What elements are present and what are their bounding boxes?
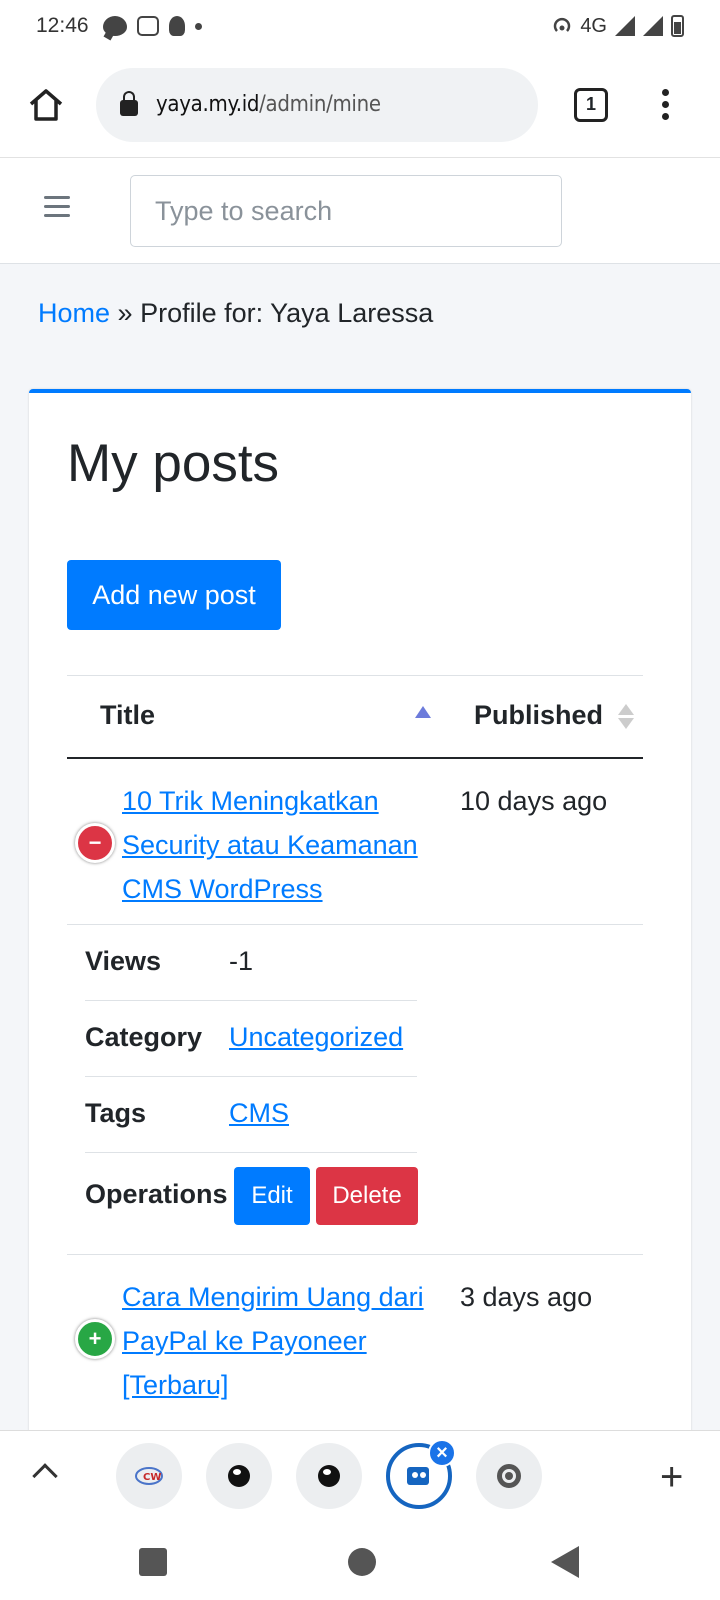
lightbulb-icon (168, 16, 185, 36)
app-header (0, 158, 720, 264)
search-input[interactable] (130, 175, 562, 247)
url-text: yaya.my.id/admin/mine (156, 92, 381, 117)
breadcrumb-home-link[interactable]: Home (38, 298, 110, 328)
operations-label: Operations (85, 1179, 228, 1209)
signal-icon (615, 16, 635, 36)
browser-toolbar: yaya.my.id/admin/mine 1 (0, 52, 720, 158)
post-published-date: 3 days ago (460, 1282, 593, 1312)
tab-favicon-globe[interactable] (206, 1443, 272, 1509)
tab-favicon-chrome[interactable] (476, 1443, 542, 1509)
sort-icon[interactable] (618, 704, 634, 729)
tab-switcher-button[interactable]: 1 (574, 87, 608, 122)
hamburger-menu-icon[interactable] (44, 196, 70, 217)
breadcrumb-current: Profile for: Yaya Laressa (140, 298, 434, 328)
post-title-link[interactable]: 10 Trik Meningkatkan Security atau Keama… (122, 779, 432, 911)
network-type: 4G (580, 14, 607, 37)
url-path: /admin/mine (259, 92, 381, 117)
detail-row-operations: Operations Edit Delete (85, 1153, 418, 1253)
browser-menu-icon[interactable] (662, 89, 669, 120)
main-content: Home » Profile for: Yaya Laressa My post… (0, 264, 720, 1430)
delete-button[interactable]: Delete (316, 1167, 418, 1225)
home-icon[interactable] (26, 85, 66, 125)
home-button[interactable] (348, 1548, 376, 1576)
edit-button[interactable]: Edit (234, 1167, 310, 1225)
tab-favicon-active[interactable]: × (386, 1439, 456, 1509)
detail-row-views: Views -1 (85, 925, 417, 1001)
status-bar: 12:46 4G (0, 0, 720, 52)
table-header: Title Published (67, 675, 643, 759)
posts-table: Title Published − 10 Trik Meningkatkan S… (67, 675, 643, 1430)
tab-strip: CW × + (0, 1430, 720, 1522)
signal-icon-2 (643, 16, 663, 36)
system-navigation-bar (0, 1522, 720, 1600)
table-row: + Cara Mengirim Uang dari PayPal ke Payo… (67, 1255, 643, 1430)
notification-icons (102, 16, 202, 36)
collapse-row-icon[interactable]: − (75, 823, 115, 863)
sort-ascending-icon[interactable] (415, 706, 431, 718)
table-row: − 10 Trik Meningkatkan Security atau Kea… (67, 759, 643, 925)
tab-favicon-cw[interactable]: CW (116, 1443, 182, 1509)
chat-notification-icon (102, 16, 127, 36)
chrome-icon (497, 1464, 521, 1488)
system-icons: 4G (552, 15, 684, 38)
breadcrumb-separator: » (117, 298, 133, 328)
address-bar[interactable]: yaya.my.id/admin/mine (96, 67, 538, 142)
status-time: 12:46 (36, 14, 89, 37)
post-published-date: 10 days ago (460, 786, 608, 816)
more-notifications-icon (194, 22, 202, 30)
detail-row-category: Category Uncategorized (85, 1001, 417, 1077)
lock-icon (120, 90, 138, 116)
add-new-post-button[interactable]: Add new post (67, 560, 281, 630)
svg-text:CW: CW (143, 1472, 161, 1483)
expand-row-icon[interactable]: + (75, 1319, 115, 1359)
column-header-title[interactable]: Title (100, 700, 155, 731)
recents-button[interactable] (139, 1548, 167, 1576)
tag-link[interactable]: CMS (229, 1098, 289, 1129)
post-details: Views -1 Category Uncategorized Tags CMS… (67, 925, 643, 1255)
views-label: Views (85, 946, 162, 976)
app-notification-icon (136, 16, 159, 36)
new-tab-icon[interactable]: + (660, 1457, 683, 1497)
category-label: Category (85, 1022, 203, 1052)
close-tab-icon[interactable]: × (428, 1439, 456, 1467)
category-link[interactable]: Uncategorized (229, 1022, 403, 1053)
battery-icon (671, 15, 684, 37)
back-button[interactable] (551, 1546, 579, 1578)
post-title-link[interactable]: Cara Mengirim Uang dari PayPal ke Payone… (122, 1275, 432, 1407)
tags-label: Tags (85, 1098, 147, 1128)
chevron-up-icon[interactable] (32, 1463, 58, 1489)
column-header-published[interactable]: Published (474, 700, 603, 731)
views-value: -1 (229, 946, 254, 976)
globe-icon (228, 1465, 250, 1487)
detail-row-tags: Tags CMS (85, 1077, 417, 1153)
url-domain: yaya.my.id (156, 92, 260, 117)
my-posts-card: My posts Add new post Title Published − … (29, 389, 691, 1430)
tab-favicon-globe-2[interactable] (296, 1443, 362, 1509)
page-title: My posts (67, 434, 280, 493)
hotspot-icon (554, 17, 571, 32)
breadcrumb: Home » Profile for: Yaya Laressa (38, 298, 433, 329)
globe-icon (318, 1465, 340, 1487)
